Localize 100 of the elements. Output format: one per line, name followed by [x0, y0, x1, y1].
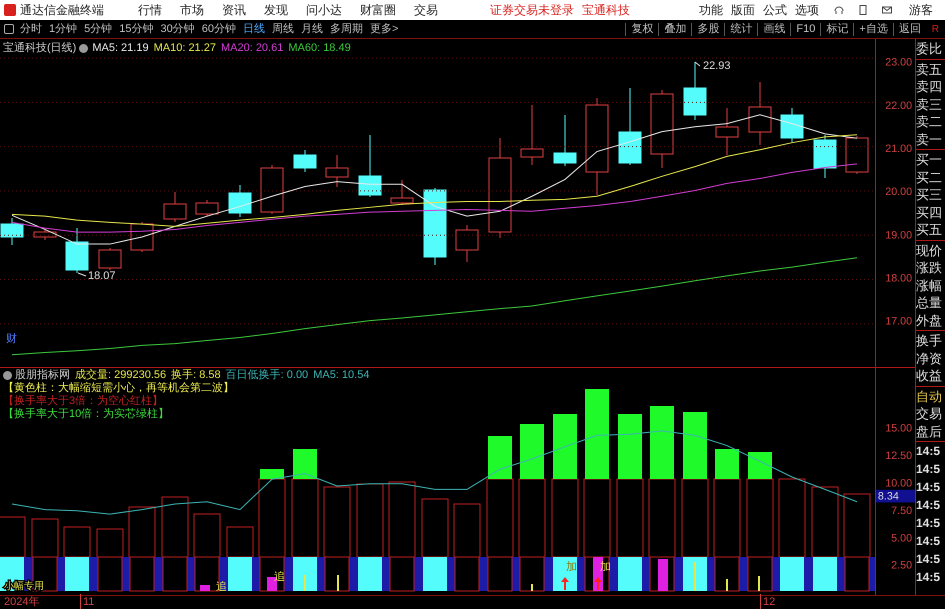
panel-toggle-icon[interactable] — [4, 24, 14, 34]
falling-candle — [358, 134, 382, 198]
toolbar-button[interactable]: 复权 — [625, 22, 658, 36]
toolbar-button[interactable]: 标记 — [820, 22, 854, 36]
signal-tick — [694, 562, 696, 591]
rising-candle — [846, 136, 868, 174]
toolbar-button[interactable]: 返回 — [892, 22, 926, 36]
rising-candle — [196, 200, 218, 216]
quote-label[interactable]: 买二 — [916, 168, 945, 186]
user-label[interactable]: 游客 — [909, 1, 933, 19]
falling-day-block — [358, 557, 382, 591]
axis-tick-label: 21.00 — [885, 143, 912, 155]
falling-day-block — [293, 557, 317, 591]
menu-item[interactable]: 功能 — [699, 1, 723, 19]
quote-label[interactable]: 买五 — [916, 221, 945, 238]
arrow-up-icon — [561, 577, 569, 590]
menu-item[interactable]: 版面 — [731, 1, 755, 19]
rising-day-block — [130, 556, 154, 592]
falling-candle — [66, 228, 88, 274]
period-tab[interactable]: 5分钟 — [84, 20, 112, 38]
menu-item[interactable]: 行情 — [138, 1, 162, 19]
quote-label[interactable]: 买三 — [916, 186, 945, 204]
turnover-bar — [812, 486, 838, 558]
period-tab[interactable]: 多周期 — [330, 20, 363, 38]
rising-day-block — [32, 556, 58, 592]
toolbar-button[interactable]: 统计 — [724, 22, 758, 36]
mail-icon[interactable] — [882, 5, 892, 15]
falling-candle — [554, 114, 576, 166]
quote-label[interactable]: 买四 — [916, 204, 945, 221]
trade-label[interactable]: 盘后 — [916, 422, 945, 440]
falling-day-block — [618, 557, 642, 591]
period-tab[interactable]: 更多> — [370, 20, 398, 38]
low-price-label: 18.07 — [88, 270, 116, 282]
high-marker — [694, 62, 700, 66]
toolbar-button[interactable]: +自选 — [853, 22, 893, 36]
chart-title: 宝通科技(日线) — [3, 40, 76, 56]
turnover-bar — [0, 516, 26, 558]
auto-label[interactable]: 自动 — [916, 388, 945, 405]
toolbar-button[interactable]: 叠加 — [658, 22, 692, 36]
falling-day-block — [553, 557, 577, 591]
menu-item[interactable]: 发现 — [264, 1, 288, 19]
phone-icon[interactable] — [858, 5, 868, 15]
falling-candle — [228, 184, 252, 218]
falling-day-block — [228, 557, 252, 591]
tick-time: 14:5 — [916, 461, 942, 478]
tick-time: 14:5 — [916, 533, 942, 550]
quote-label[interactable]: 涨幅 — [916, 276, 945, 294]
toolbar-button[interactable]: F10 — [790, 22, 820, 36]
period-tab[interactable]: 月线 — [301, 20, 323, 38]
menu-item[interactable]: 资讯 — [222, 1, 246, 19]
tick-time: 14:5 — [916, 443, 942, 460]
ma-reading: MA60: 18.49 — [288, 41, 351, 56]
high-turnover-bar — [488, 436, 512, 479]
quote-label[interactable]: 净资 — [916, 350, 945, 367]
quote-label[interactable]: 卖五 — [916, 60, 945, 78]
headset-icon[interactable] — [834, 5, 844, 15]
toolbar-button[interactable]: 多股 — [691, 22, 724, 36]
period-tab[interactable]: 日线 — [243, 20, 265, 38]
menu-item[interactable]: 公式 — [763, 1, 787, 19]
quote-label[interactable]: 外盘 — [916, 312, 945, 329]
ma-reading: MA5: 21.19 — [92, 41, 149, 56]
quote-label[interactable]: 买一 — [916, 151, 945, 168]
menu-item[interactable]: 选项 — [795, 1, 819, 19]
quote-label[interactable]: 涨跌 — [916, 259, 945, 276]
date-label: 2024年 — [4, 595, 40, 609]
axis-tick-label: 7.50 — [891, 504, 912, 517]
axis-tick-label: 15.00 — [885, 422, 912, 435]
quote-label[interactable]: 卖一 — [916, 130, 945, 148]
trade-label[interactable]: 交易 — [916, 405, 945, 422]
falling-candle — [780, 108, 804, 142]
period-tab[interactable]: 15分钟 — [119, 20, 154, 38]
period-tab[interactable]: 60分钟 — [202, 20, 236, 38]
rising-candle — [260, 164, 284, 214]
falling-candle — [814, 134, 836, 178]
quote-label[interactable]: 总量 — [916, 294, 945, 312]
menu-item[interactable]: 问小达 — [306, 1, 342, 19]
toolbar-button[interactable]: 画线 — [757, 22, 790, 36]
axis-tick-label: 20.00 — [885, 186, 912, 198]
menu-item[interactable]: 交易 — [414, 1, 438, 19]
quote-label[interactable]: 卖二 — [916, 113, 945, 130]
period-tab[interactable]: 周线 — [272, 20, 294, 38]
legend-note: 【换手率大于10倍：为实芯绿柱】 — [3, 408, 170, 421]
quote-label[interactable]: 卖四 — [916, 78, 945, 96]
current-value-tag: 8.34 — [876, 490, 915, 503]
app-title: 通达信金融终端 — [20, 2, 104, 19]
quote-label[interactable]: 卖三 — [916, 96, 945, 113]
quote-label[interactable]: 现价 — [916, 242, 945, 259]
falling-day-block — [65, 557, 89, 591]
menu-item[interactable]: 市场 — [180, 1, 204, 19]
rising-candle — [326, 154, 348, 188]
ma-reading: MA20: 20.61 — [220, 41, 284, 56]
high-turnover-bar — [293, 449, 317, 479]
quote-label[interactable]: 换手 — [916, 332, 945, 350]
quote-label[interactable]: 收益 — [916, 367, 945, 384]
period-tab[interactable]: 分时 — [20, 20, 42, 38]
axis-tick-label: 12.50 — [885, 450, 912, 462]
period-tab[interactable]: 1分钟 — [49, 20, 78, 38]
quote-label[interactable]: 委比 — [916, 40, 945, 58]
period-tab[interactable]: 30分钟 — [160, 20, 195, 38]
menu-item[interactable]: 财富圈 — [360, 1, 396, 19]
